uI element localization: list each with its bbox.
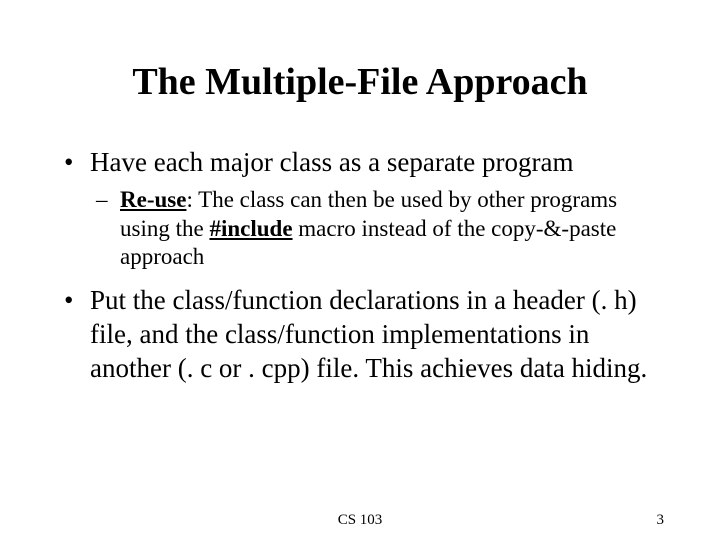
bullet-item: Put the class/function declarations in a… bbox=[90, 284, 670, 385]
bullet-text: Have each major class as a separate prog… bbox=[90, 147, 574, 177]
include-macro: #include bbox=[209, 216, 292, 241]
sub-item: Re-use: The class can then be used by ot… bbox=[120, 186, 670, 272]
footer-page-number: 3 bbox=[657, 512, 665, 529]
footer-course: CS 103 bbox=[338, 512, 383, 529]
bullet-item: Have each major class as a separate prog… bbox=[90, 146, 670, 272]
bullet-list: Have each major class as a separate prog… bbox=[50, 146, 670, 385]
sub-list: Re-use: The class can then be used by ot… bbox=[90, 186, 670, 272]
slide-title: The Multiple-File Approach bbox=[50, 60, 670, 104]
bullet-text: Put the class/function declarations in a… bbox=[90, 285, 647, 383]
sub-lead: Re-use bbox=[120, 187, 186, 212]
